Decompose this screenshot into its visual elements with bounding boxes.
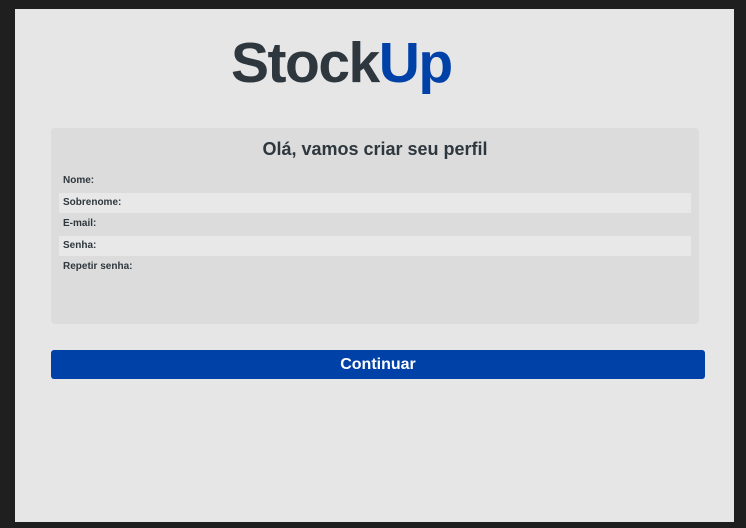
password-label: Senha: (63, 240, 97, 251)
last-name-field[interactable]: Sobrenome: (59, 193, 691, 213)
last-name-label: Sobrenome: (63, 197, 122, 208)
repeat-password-label: Repetir senha: (63, 261, 133, 272)
first-name-label: Nome: (63, 175, 95, 186)
email-label: E-mail: (63, 218, 97, 229)
email-field[interactable]: E-mail: (59, 214, 691, 234)
password-field[interactable]: Senha: (59, 236, 691, 256)
logo-up-text: Up (378, 31, 453, 95)
logo-stock-text: Stock (231, 31, 380, 95)
app-screen: StockUp Olá, vamos criar seu perfil Nome… (15, 9, 734, 522)
signup-form-card: Olá, vamos criar seu perfil Nome: Sobren… (51, 128, 699, 324)
repeat-password-field[interactable]: Repetir senha: (59, 257, 691, 277)
app-logo: StockUp (231, 31, 453, 95)
form-title: Olá, vamos criar seu perfil (262, 139, 488, 159)
first-name-field[interactable]: Nome: (59, 171, 691, 191)
continue-button[interactable]: Continuar (51, 350, 705, 379)
